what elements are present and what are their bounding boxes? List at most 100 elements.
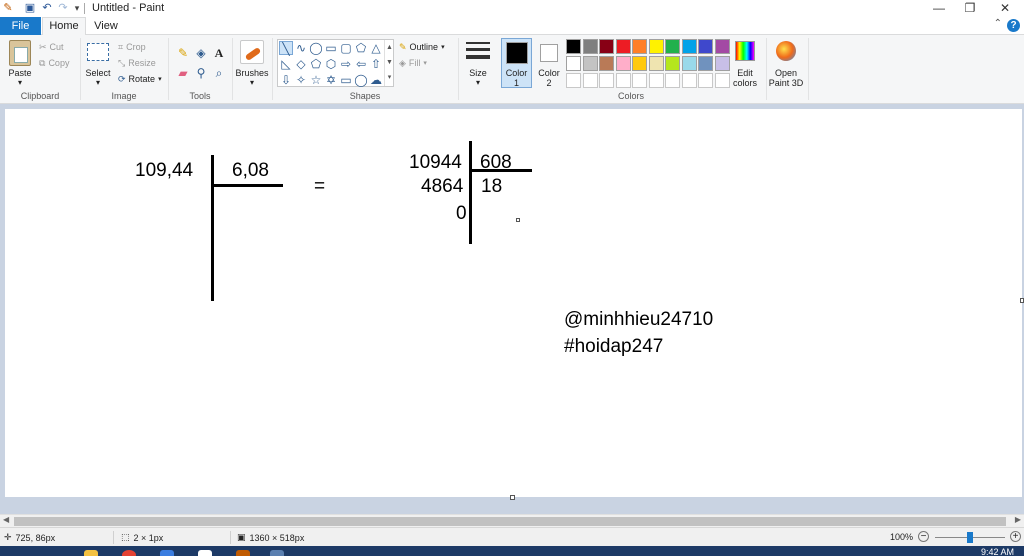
- triangle-shape-icon[interactable]: △: [369, 41, 383, 55]
- zoom-slider-thumb[interactable]: [967, 532, 973, 543]
- callout-rect-shape-icon[interactable]: ▭: [339, 73, 353, 87]
- paste-icon[interactable]: [9, 40, 31, 66]
- polygon-shape-icon[interactable]: ⬠: [354, 41, 368, 55]
- scroll-left-icon[interactable]: ◀: [3, 515, 9, 524]
- help-icon[interactable]: ?: [1007, 19, 1020, 32]
- palette-color-swatch[interactable]: [566, 39, 581, 54]
- palette-custom-slot[interactable]: [681, 73, 697, 88]
- palette-color-swatch[interactable]: [714, 39, 730, 54]
- select-icon[interactable]: [87, 43, 109, 61]
- select-dropdown-icon[interactable]: ▾: [83, 78, 113, 88]
- canvas-resize-handle-bottom[interactable]: [510, 495, 515, 500]
- app-icon[interactable]: [198, 550, 212, 556]
- curve-shape-icon[interactable]: ∿: [294, 41, 308, 55]
- brushes-button[interactable]: Brushes: [234, 68, 270, 78]
- palette-custom-slot[interactable]: [665, 73, 680, 88]
- down-arrow-shape-icon[interactable]: ⇩: [279, 73, 293, 87]
- horizontal-scrollbar[interactable]: ◀ ▶: [0, 514, 1024, 527]
- paint3d-icon[interactable]: [776, 41, 796, 61]
- rotate-button[interactable]: ⟳ Rotate ▾: [118, 72, 162, 86]
- palette-color-swatch[interactable]: [632, 56, 647, 71]
- restore-button[interactable]: ❐: [955, 0, 985, 17]
- palette-color-swatch[interactable]: [681, 56, 697, 71]
- fill-button[interactable]: ◈ Fill ▾: [399, 56, 427, 70]
- browser-icon[interactable]: [160, 550, 174, 556]
- magnifier-icon[interactable]: ⌕: [211, 65, 227, 81]
- canvas-resize-handle-right[interactable]: [1020, 298, 1024, 303]
- zoom-out-button[interactable]: −: [918, 531, 929, 542]
- palette-color-swatch[interactable]: [615, 56, 631, 71]
- palette-color-swatch[interactable]: [615, 39, 631, 54]
- fill-bucket-icon[interactable]: ◈: [193, 45, 209, 61]
- line-shape-icon[interactable]: ╲: [279, 41, 293, 56]
- hexagon-shape-icon[interactable]: ⬡: [324, 57, 338, 71]
- palette-color-swatch[interactable]: [714, 56, 730, 71]
- text-tool-icon[interactable]: A: [211, 45, 227, 61]
- callout-oval-shape-icon[interactable]: ◯: [354, 73, 368, 87]
- eraser-icon[interactable]: ▰: [175, 65, 191, 81]
- text-cursor-handle[interactable]: [516, 218, 520, 222]
- tab-view[interactable]: View: [88, 17, 124, 35]
- brushes-dropdown-icon[interactable]: ▾: [234, 78, 270, 88]
- palette-color-swatch[interactable]: [665, 39, 680, 54]
- callout-cloud-shape-icon[interactable]: ☁: [369, 73, 383, 87]
- palette-color-swatch[interactable]: [582, 39, 598, 54]
- crop-button[interactable]: ⌗ Crop: [118, 40, 146, 54]
- customize-quick-access-icon[interactable]: ▾: [71, 2, 83, 14]
- color2-label[interactable]: Color: [534, 68, 564, 78]
- color2-swatch[interactable]: [540, 44, 558, 62]
- rounded-rectangle-shape-icon[interactable]: ▢: [339, 41, 353, 55]
- five-point-star-shape-icon[interactable]: ☆: [309, 73, 323, 87]
- palette-color-swatch[interactable]: [681, 39, 697, 54]
- palette-color-swatch[interactable]: [648, 56, 664, 71]
- chrome-icon[interactable]: [122, 550, 136, 556]
- save-icon[interactable]: ▣: [24, 2, 36, 14]
- brushes-icon[interactable]: [240, 40, 264, 64]
- paint-taskbar-icon[interactable]: [270, 550, 284, 556]
- tab-file[interactable]: File: [0, 17, 41, 35]
- size-dropdown-icon[interactable]: ▾: [462, 78, 494, 88]
- palette-color-swatch[interactable]: [698, 56, 713, 71]
- size-icon[interactable]: [466, 42, 490, 64]
- palette-custom-slot[interactable]: [698, 73, 713, 88]
- right-arrow-shape-icon[interactable]: ⇨: [339, 57, 353, 71]
- tab-home[interactable]: Home: [42, 17, 86, 36]
- palette-color-swatch[interactable]: [582, 56, 598, 71]
- palette-color-swatch[interactable]: [599, 39, 614, 54]
- redo-icon[interactable]: ↷: [57, 2, 69, 14]
- palette-color-swatch[interactable]: [648, 39, 664, 54]
- scroll-right-icon[interactable]: ▶: [1015, 515, 1021, 524]
- palette-color-swatch[interactable]: [665, 56, 680, 71]
- outline-button[interactable]: ✎ Outline ▾: [399, 40, 445, 54]
- four-point-star-shape-icon[interactable]: ✧: [294, 73, 308, 87]
- minimize-button[interactable]: —: [924, 0, 954, 17]
- select-button[interactable]: Select: [83, 68, 113, 78]
- scrollbar-thumb[interactable]: [14, 517, 1006, 526]
- paste-button[interactable]: Paste: [4, 68, 36, 78]
- edit-colors-icon[interactable]: [735, 41, 755, 61]
- right-triangle-shape-icon[interactable]: ◺: [279, 57, 293, 71]
- pencil-icon[interactable]: ✎: [175, 45, 191, 61]
- undo-icon[interactable]: ↶: [41, 2, 53, 14]
- six-point-star-shape-icon[interactable]: ✡: [324, 73, 338, 87]
- copy-button[interactable]: ⧉ Copy: [39, 56, 69, 70]
- shapes-scroll-icon[interactable]: ▲ ▼ ▾: [384, 40, 394, 86]
- color-picker-icon[interactable]: ⚲: [193, 65, 209, 81]
- palette-color-swatch[interactable]: [599, 56, 614, 71]
- oval-shape-icon[interactable]: ◯: [309, 41, 323, 55]
- cut-button[interactable]: ✂ Cut: [39, 40, 64, 54]
- palette-custom-slot[interactable]: [599, 73, 614, 88]
- left-arrow-shape-icon[interactable]: ⇦: [354, 57, 368, 71]
- palette-color-swatch[interactable]: [632, 39, 647, 54]
- drawing-canvas[interactable]: 109,44 6,08 = 10944 608 4864 18 0 @minhh…: [5, 109, 1022, 497]
- palette-custom-slot[interactable]: [566, 73, 581, 88]
- file-explorer-icon[interactable]: [84, 550, 98, 556]
- up-arrow-shape-icon[interactable]: ⇧: [369, 57, 383, 71]
- close-button[interactable]: ✕: [990, 0, 1020, 17]
- app-icon-2[interactable]: [236, 550, 250, 556]
- open-paint3d-button[interactable]: Open: [766, 68, 806, 78]
- palette-custom-slot[interactable]: [632, 73, 647, 88]
- resize-button[interactable]: ⤡ Resize: [118, 56, 156, 70]
- palette-custom-slot[interactable]: [648, 73, 664, 88]
- edit-colors-button[interactable]: Edit: [728, 68, 762, 78]
